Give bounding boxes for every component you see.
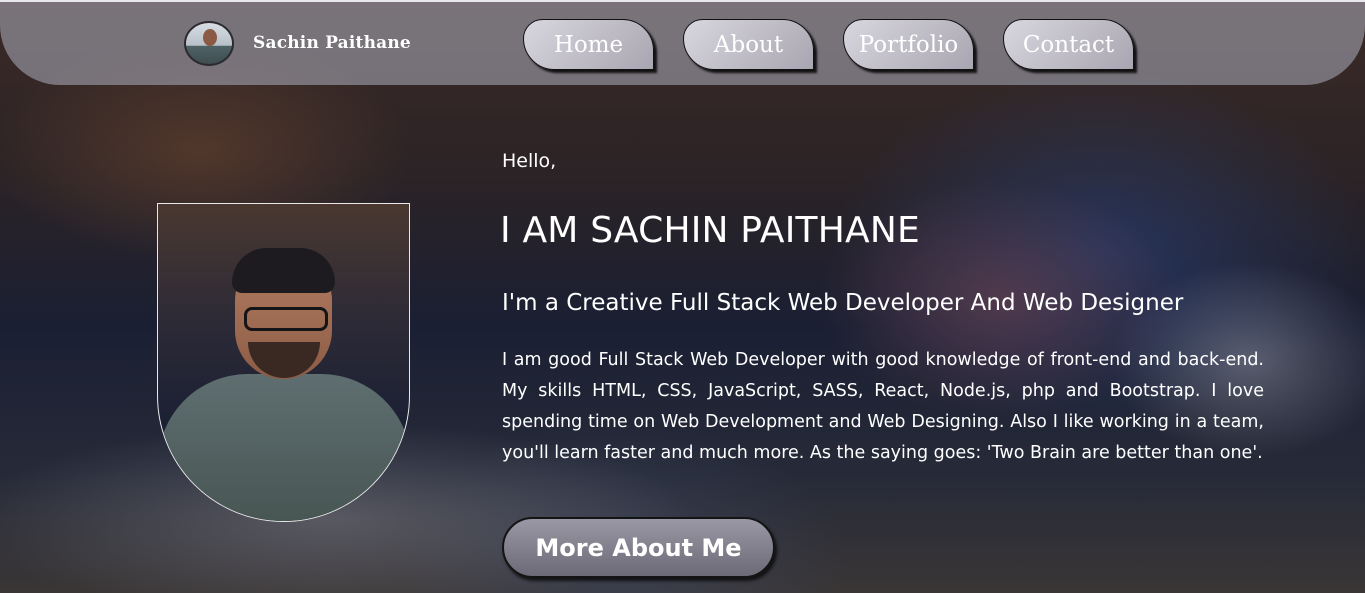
photo-glasses-shape xyxy=(244,307,328,331)
profile-photo xyxy=(157,203,410,522)
brand-name: Sachin Paithane xyxy=(253,32,411,53)
more-about-me-button[interactable]: More About Me xyxy=(502,517,775,578)
bio-paragraph: I am good Full Stack Web Developer with … xyxy=(502,350,1264,463)
avatar-head-shape xyxy=(203,29,217,46)
nav-contact-link[interactable]: Contact xyxy=(1003,19,1134,70)
hero-title: I AM SACHIN PAITHANE xyxy=(500,210,920,251)
photo-hoodie-shape xyxy=(158,374,409,521)
nav-home-link[interactable]: Home xyxy=(523,19,654,70)
hero-subtitle: I'm a Creative Full Stack Web Developer … xyxy=(502,290,1184,316)
avatar xyxy=(184,21,234,66)
greeting: Hello, xyxy=(502,150,557,172)
navbar: Sachin Paithane Home About Portfolio Con… xyxy=(0,0,1365,85)
brand[interactable]: Sachin Paithane xyxy=(184,21,411,66)
nav-about-link[interactable]: About xyxy=(683,19,814,70)
nav-portfolio-link[interactable]: Portfolio xyxy=(843,19,974,70)
photo-hair-shape xyxy=(232,248,335,293)
